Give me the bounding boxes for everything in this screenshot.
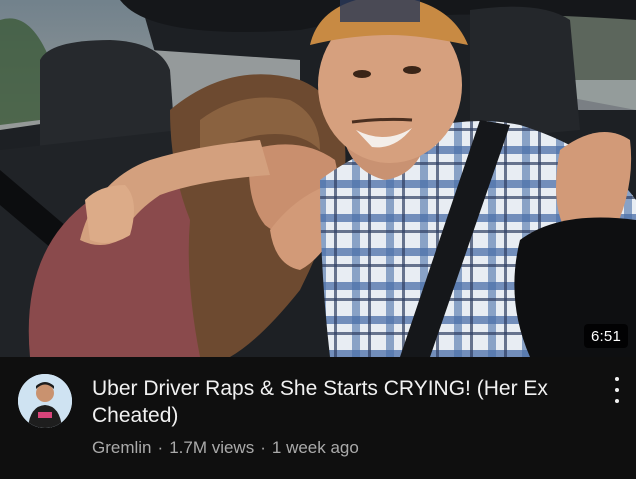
view-count: 1.7M views — [169, 438, 255, 457]
separator: · — [260, 438, 266, 457]
vertical-ellipsis-icon — [615, 377, 619, 381]
avatar-image — [18, 374, 72, 428]
channel-name[interactable]: Gremlin — [92, 438, 152, 457]
duration-badge: 6:51 — [584, 324, 628, 348]
channel-avatar[interactable] — [18, 374, 72, 428]
vertical-ellipsis-icon — [615, 399, 619, 403]
more-options-button[interactable] — [610, 375, 624, 405]
vertical-ellipsis-icon — [615, 388, 619, 392]
separator: · — [157, 438, 164, 457]
video-subline: Gremlin · 1.7M views · 1 week ago — [92, 437, 592, 459]
video-card[interactable]: 6:51 Uber Driver Raps & She Starts CRYIN… — [0, 0, 636, 479]
video-thumbnail[interactable]: 6:51 — [0, 0, 636, 357]
upload-time: 1 week ago — [271, 438, 359, 457]
video-meta: Uber Driver Raps & She Starts CRYING! (H… — [0, 357, 636, 479]
video-title[interactable]: Uber Driver Raps & She Starts CRYING! (H… — [92, 375, 592, 429]
thumbnail-image — [0, 0, 636, 357]
